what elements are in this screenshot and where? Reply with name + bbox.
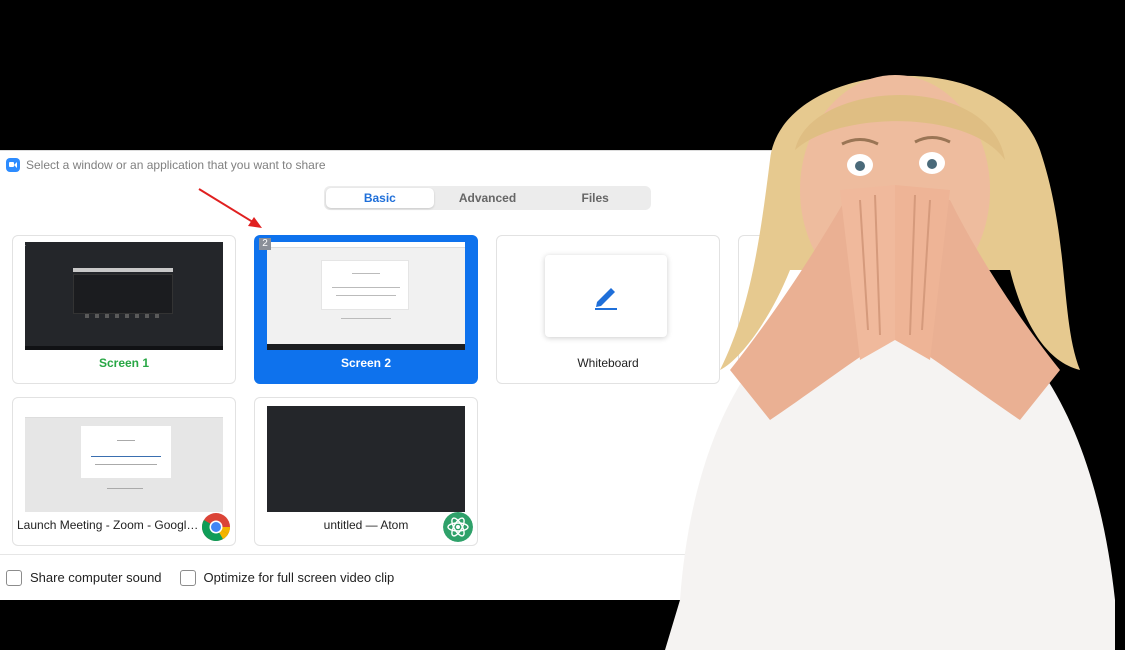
source-screen-2[interactable]: 2 Screen 2: [254, 235, 478, 384]
thumb-text-line: [95, 464, 157, 465]
thumb-browser-bar: [73, 268, 173, 272]
share-sound-checkbox[interactable]: [6, 569, 22, 586]
tab-basic[interactable]: Basic: [326, 188, 434, 208]
dialog-title: Select a window or an application that y…: [26, 158, 326, 172]
screen-1-thumbnail: [25, 242, 223, 350]
composite-image: Select a window or an application that y…: [0, 0, 1125, 650]
title-bar: Select a window or an application that y…: [6, 157, 326, 173]
tab-files[interactable]: Files: [541, 188, 649, 208]
share-tabs: Basic Advanced Files: [324, 186, 651, 210]
chrome-window-thumbnail: [25, 404, 223, 512]
whiteboard-preview: [545, 255, 667, 337]
screen-2-thumbnail: [267, 242, 465, 350]
thumb-browser-bar: [25, 404, 223, 418]
source-label: Screen 2: [340, 356, 392, 370]
screen-number-badge: 1: [20, 238, 26, 249]
share-sound-option[interactable]: Share computer sound: [6, 569, 162, 586]
surprised-woman-photo: [665, 75, 1115, 650]
optimize-video-option[interactable]: Optimize for full screen video clip: [179, 569, 395, 586]
thumb-taskbar: [267, 344, 465, 350]
thumb-text-line: [336, 295, 396, 296]
source-atom-window[interactable]: untitled — Atom: [254, 397, 478, 546]
thumb-controls: [85, 314, 160, 318]
optimize-video-label: Optimize for full screen video clip: [203, 570, 395, 585]
thumb-text-line: [352, 273, 380, 274]
share-sound-label: Share computer sound: [30, 570, 162, 585]
red-arrow-annotation: [198, 188, 262, 228]
optimize-video-checkbox[interactable]: [179, 569, 196, 586]
thumb-taskbar: [25, 346, 223, 350]
atom-window-thumbnail: [267, 406, 465, 512]
thumb-browser-bar: [267, 242, 465, 248]
atom-icon: [443, 512, 473, 542]
thumb-text-line: [91, 456, 161, 457]
source-label: Screen 1: [98, 356, 150, 370]
thumb-text-line: [117, 440, 135, 441]
thumb-text-line: [107, 488, 143, 489]
source-chrome-window[interactable]: Launch Meeting - Zoom - Google Chrome: [12, 397, 236, 546]
chrome-icon: [202, 513, 230, 541]
source-screen-1[interactable]: 1 Screen 1: [12, 235, 236, 384]
source-label: Launch Meeting - Zoom - Google Chrome: [17, 518, 201, 532]
screen-number-badge: 2: [259, 238, 271, 250]
thumb-page-panel: [81, 426, 171, 478]
tab-advanced[interactable]: Advanced: [434, 188, 542, 208]
thumb-text-line: [341, 318, 391, 319]
zoom-logo-icon: [6, 158, 20, 172]
thumb-window: [73, 274, 173, 314]
thumb-page-panel: [321, 260, 409, 310]
pen-icon: [595, 288, 617, 310]
thumb-text-line: [332, 287, 400, 288]
